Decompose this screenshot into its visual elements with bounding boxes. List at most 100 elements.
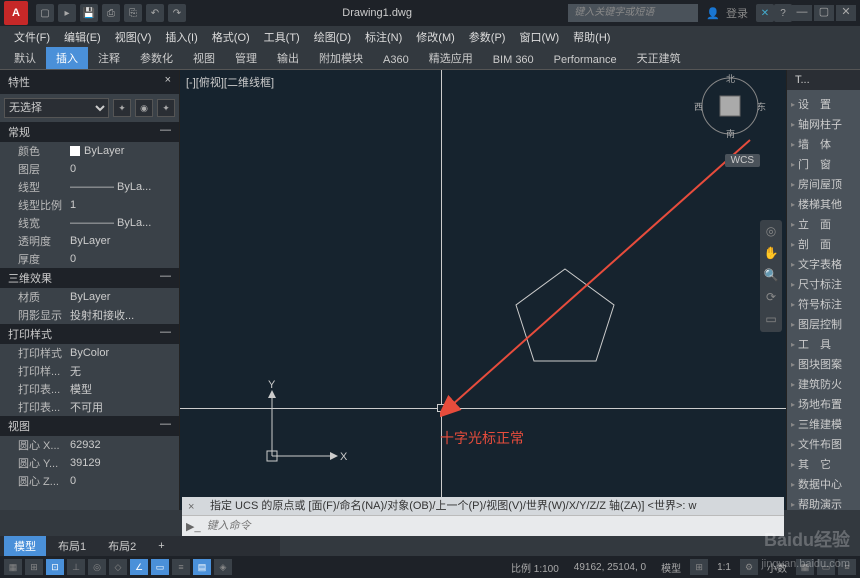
qat-saveas-icon[interactable]: ⎙ [102, 4, 120, 22]
menu-item[interactable]: 工具(T) [258, 27, 306, 47]
qat-undo-icon[interactable]: ↶ [146, 4, 164, 22]
palette-item[interactable]: 房间屋顶 [787, 174, 860, 194]
prop-row[interactable]: 圆心 X...62932 [0, 436, 179, 454]
qat-save-icon[interactable]: 💾 [80, 4, 98, 22]
menu-item[interactable]: 修改(M) [410, 27, 461, 47]
ribbon-tab[interactable]: A360 [373, 51, 419, 69]
prop-row[interactable]: 透明度ByLayer [0, 232, 179, 250]
orbit-icon[interactable]: ⟳ [763, 290, 779, 306]
command-input[interactable] [205, 518, 780, 534]
dec-label[interactable]: 小数 [761, 558, 793, 577]
prop-row[interactable]: 阴影显示投射和接收... [0, 306, 179, 324]
layout-tab[interactable]: 布局2 [98, 536, 146, 556]
gear-icon[interactable]: ⚙ [740, 559, 758, 575]
layout-tab[interactable]: 模型 [4, 536, 46, 556]
palette-item[interactable]: 符号标注 [787, 294, 860, 314]
search-input[interactable]: 键入关键字或短语 [568, 4, 698, 22]
ribbon-tab[interactable]: 参数化 [130, 47, 183, 69]
menu-item[interactable]: 标注(N) [359, 27, 408, 47]
ribbon-tab[interactable]: 精选应用 [419, 47, 483, 69]
prop-group-header[interactable]: 打印样式— [0, 324, 179, 344]
quickselect-icon[interactable]: ✦ [113, 99, 131, 117]
palette-item[interactable]: 其 它 [787, 454, 860, 474]
menu-item[interactable]: 窗口(W) [513, 27, 565, 47]
ribbon-tab[interactable]: 输出 [267, 47, 309, 69]
palette-item[interactable]: 设 置 [787, 94, 860, 114]
select-icon[interactable]: ◉ [135, 99, 153, 117]
palette-item[interactable]: 剖 面 [787, 234, 860, 254]
prop-row[interactable]: 厚度0 [0, 250, 179, 268]
pan-icon[interactable]: ✋ [763, 246, 779, 262]
menu-item[interactable]: 帮助(H) [567, 27, 616, 47]
menu-item[interactable]: 格式(O) [206, 27, 256, 47]
menu-item[interactable]: 视图(V) [109, 27, 158, 47]
minimize-button[interactable]: — [792, 5, 812, 21]
ortho-icon[interactable]: ⊥ [67, 559, 85, 575]
layout-tab[interactable]: + [148, 538, 174, 554]
prop-row[interactable]: 图层0 [0, 160, 179, 178]
polar-icon[interactable]: ◎ [88, 559, 106, 575]
viewport-label[interactable]: [-][俯视][二维线框] [186, 74, 274, 90]
selection-dropdown[interactable]: 无选择 [4, 98, 109, 118]
space-button[interactable]: 模型 [655, 558, 687, 577]
prop-row[interactable]: 线型比例1 [0, 196, 179, 214]
qp-icon[interactable]: ▤ [193, 559, 211, 575]
properties-header[interactable]: 特性× [0, 70, 179, 94]
prop-group-header[interactable]: 常规— [0, 122, 179, 142]
clean-icon[interactable]: ▭ [817, 559, 835, 575]
exchange-icon[interactable]: ✕ [756, 4, 774, 22]
sc-icon[interactable]: ◈ [214, 559, 232, 575]
scale-display[interactable]: 比例 1:100 [505, 558, 565, 577]
ribbon-tab[interactable]: BIM 360 [483, 51, 544, 69]
palette-tab[interactable]: T... [787, 70, 860, 90]
palette-item[interactable]: 尺寸标注 [787, 274, 860, 294]
palette-item[interactable]: 文件布图 [787, 434, 860, 454]
model-icon[interactable]: ▦ [4, 559, 22, 575]
palette-item[interactable]: 建筑防火 [787, 374, 860, 394]
drawing-canvas[interactable]: [-][俯视][二维线框] 十字光标正常 XY 北 南 东 西 WCS ◎ ✋ … [180, 70, 786, 510]
prop-group-header[interactable]: 三维效果— [0, 268, 179, 288]
prop-row[interactable]: 打印样...无 [0, 362, 179, 380]
scale2[interactable]: 1:1 [711, 560, 737, 575]
palette-item[interactable]: 工 具 [787, 334, 860, 354]
dyn-icon[interactable]: ▭ [151, 559, 169, 575]
palette-item[interactable]: 楼梯其他 [787, 194, 860, 214]
close-button[interactable]: ✕ [836, 5, 856, 21]
ribbon-tab[interactable]: 管理 [225, 47, 267, 69]
ribbon-tab[interactable]: 默认 [4, 47, 46, 69]
palette-item[interactable]: 图层控制 [787, 314, 860, 334]
grid-icon[interactable]: ⊞ [25, 559, 43, 575]
prop-row[interactable]: 颜色ByLayer [0, 142, 179, 160]
osnap-icon[interactable]: ◇ [109, 559, 127, 575]
palette-item[interactable]: 文字表格 [787, 254, 860, 274]
qat-open-icon[interactable]: ▸ [58, 4, 76, 22]
snap-icon[interactable]: ⊡ [46, 559, 64, 575]
qat-print-icon[interactable]: ⎘ [124, 4, 142, 22]
prop-group-header[interactable]: 视图— [0, 416, 179, 436]
iso-icon[interactable]: ▦ [796, 559, 814, 575]
cmd-close-icon[interactable]: × [188, 501, 194, 513]
prop-row[interactable]: 打印表...模型 [0, 380, 179, 398]
ribbon-tab[interactable]: 插入 [46, 47, 88, 69]
prop-row[interactable]: 线宽———— ByLa... [0, 214, 179, 232]
lwt-icon[interactable]: ≡ [172, 559, 190, 575]
layout-tab[interactable]: 布局1 [48, 536, 96, 556]
menu-item[interactable]: 绘图(D) [308, 27, 357, 47]
showmotion-icon[interactable]: ▭ [763, 312, 779, 328]
user-area[interactable]: 👤 登录 [706, 5, 748, 21]
palette-item[interactable]: 场地布置 [787, 394, 860, 414]
prop-row[interactable]: 打印样式ByColor [0, 344, 179, 362]
palette-item[interactable]: 三维建模 [787, 414, 860, 434]
command-line[interactable]: × 指定 UCS 的原点或 [面(F)/命名(NA)/对象(OB)/上一个(P)… [182, 497, 784, 536]
palette-item[interactable]: 图块图案 [787, 354, 860, 374]
prop-row[interactable]: 圆心 Y...39129 [0, 454, 179, 472]
ribbon-tab[interactable]: 天正建筑 [627, 47, 691, 69]
ribbon-tab[interactable]: 视图 [183, 47, 225, 69]
wheel-icon[interactable]: ◎ [763, 224, 779, 240]
wand-icon[interactable]: ✦ [157, 99, 175, 117]
close-icon[interactable]: × [165, 74, 171, 90]
sb-more-icon[interactable]: ⊞ [690, 559, 708, 575]
otrack-icon[interactable]: ∠ [130, 559, 148, 575]
app-logo[interactable]: A [4, 1, 28, 25]
prop-row[interactable]: 打印表...不可用 [0, 398, 179, 416]
